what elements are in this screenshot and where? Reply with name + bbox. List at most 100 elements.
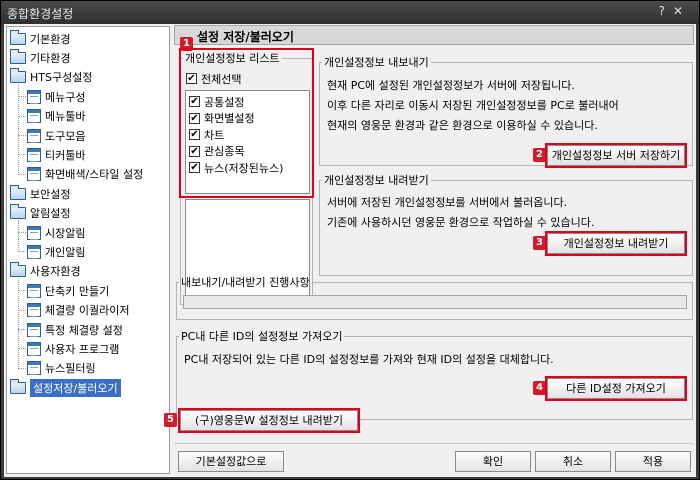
tree-item-label: 알림설정 [30, 207, 71, 221]
doc-icon [27, 147, 41, 162]
tree-item[interactable]: 메뉴구성 [18, 87, 85, 106]
doc-icon [27, 225, 41, 240]
tree-item[interactable]: 티커툴바 [18, 145, 85, 164]
export-desc-2: 이후 다른 자리로 이동시 저장된 개인설정정보를 PC로 불러내어 [327, 99, 619, 112]
checkbox-checked-icon: ✔ [189, 145, 200, 157]
select-all-checkbox[interactable]: ✔ 전체선택 [186, 71, 241, 86]
tree-connector [18, 251, 26, 253]
tree-item-label: 단축키 만들기 [45, 284, 110, 298]
tree-item[interactable]: 도구모음 [18, 126, 85, 145]
badge-3: 3 [533, 236, 546, 250]
export-to-server-button[interactable]: 개인설정정보 서버 저장하기 [545, 143, 687, 168]
tree-item[interactable]: 체결량 이퀄라이저 [18, 301, 130, 320]
tree-connector [18, 219, 19, 253]
settings-list-item-label: 화면별설정 [204, 112, 255, 125]
tree-item-label: 기본환경 [30, 32, 71, 46]
import-from-server-button[interactable]: 개인설정정보 내려받기 [545, 231, 687, 256]
tree-connector [18, 154, 26, 156]
tree-item[interactable]: 단축키 만들기 [18, 281, 110, 300]
window-title: 종합환경설정 [7, 7, 74, 21]
import-desc-2: 기존에 사용하시던 영웅문 환경으로 작업하실 수 있습니다. [327, 216, 595, 229]
tree-item[interactable]: 화면배색/스타일 설정 [18, 165, 144, 184]
tree-connector [18, 115, 26, 117]
page-title: 설정 저장/불러오기 [174, 25, 694, 45]
tree-item[interactable]: 특정 체결량 설정 [18, 320, 123, 339]
settings-list-checkbox[interactable]: ✔ 관심종목 [189, 144, 244, 159]
cancel-button[interactable]: 취소 [535, 451, 611, 472]
title-bar: 종합환경설정 ?✕ [1, 1, 699, 24]
checkbox-checked-icon: ✔ [189, 162, 200, 173]
settings-list-checkbox[interactable]: ✔ 화면별설정 [189, 111, 255, 126]
folder-icon [10, 68, 26, 84]
folder-icon [10, 29, 26, 45]
doc-icon [27, 322, 41, 337]
footer-divider [174, 443, 694, 444]
tree-item-label: 기타환경 [30, 51, 71, 65]
folder-icon [10, 48, 26, 64]
checkbox-checked-icon: ✔ [189, 129, 200, 140]
tree-item[interactable]: 보안설정 [10, 184, 70, 203]
tree-item[interactable]: 사용자환경 [10, 262, 81, 281]
tree-item-label: 뉴스필터링 [45, 362, 96, 376]
tree-item[interactable]: 설정저장/불러오기 [10, 378, 121, 397]
other-id-desc: PC내 저장되어 있는 다른 ID의 설정정보를 가져와 현재 ID의 설정을 … [184, 353, 554, 366]
export-desc-3: 현재의 영웅문 환경과 같은 환경으로 이용하실 수 있습니다. [327, 119, 598, 132]
settings-list-checkbox[interactable]: ✔ 차트 [189, 127, 224, 142]
title-buttons: ?✕ [659, 4, 691, 18]
ok-button[interactable]: 확인 [455, 451, 531, 472]
settings-tree[interactable]: 기본환경기타환경 HTS구성설정메뉴구성 메뉴툴바 도구모음 티커툴바화면배색/스타일 … [6, 26, 170, 474]
import-other-id-button[interactable]: 다른 ID설정 가져오기 [545, 376, 687, 401]
tree-item[interactable]: 기타환경 [10, 48, 70, 67]
folder-icon [10, 204, 26, 220]
settings-window: 종합환경설정 ?✕ 기본환경기타환경 HTS구성설정메뉴구성 메뉴툴바 도구모음 티커툴… [0, 0, 700, 480]
tree-item[interactable]: HTS구성설정 [10, 68, 92, 87]
tree-item[interactable]: 뉴스필터링 [18, 359, 96, 378]
tree-connector [18, 232, 26, 233]
folder-icon [10, 184, 26, 200]
restore-defaults-button[interactable]: 기본설정값으로 [178, 451, 284, 472]
checkbox-checked-icon: ✔ [189, 96, 200, 107]
tree-item-label: HTS구성설정 [30, 71, 93, 85]
checkbox-checked-icon: ✔ [189, 112, 200, 124]
help-button[interactable]: ? [659, 4, 673, 18]
settings-list-item-label: 공통설정 [204, 95, 245, 109]
close-button[interactable]: ✕ [673, 4, 691, 18]
doc-icon [27, 341, 41, 356]
doc-icon [27, 89, 41, 104]
checkbox-checked-icon: ✔ [186, 73, 197, 84]
tree-item[interactable]: 메뉴툴바 [18, 107, 85, 126]
doc-icon [27, 167, 41, 182]
other-id-group: PC내 다른 ID의 설정정보 가져오기 [176, 328, 693, 420]
tree-connector [18, 173, 26, 175]
tree-item[interactable]: 사용자 프로그램 [18, 339, 120, 358]
badge-2: 2 [533, 148, 546, 162]
tree-connector [18, 277, 19, 369]
doc-icon [27, 109, 41, 124]
progress-bar [183, 295, 687, 309]
tree-item-label: 특정 체결량 설정 [45, 323, 123, 337]
settings-list-checkbox[interactable]: ✔ 뉴스(저장된뉴스) [189, 160, 283, 175]
tree-item[interactable]: 기본환경 [10, 29, 70, 48]
tree-connector [18, 83, 19, 175]
progress-legend: 내보내기/내려받기 진행사항 [181, 276, 310, 289]
tree-connector [18, 367, 26, 369]
tree-connector [18, 329, 26, 330]
legacy-download-button[interactable]: (구)영웅문W 설정정보 내려받기 [178, 408, 360, 433]
tree-item[interactable]: 개인알림 [18, 242, 85, 261]
apply-button[interactable]: 적용 [615, 451, 691, 472]
settings-list-checkbox[interactable]: ✔ 공통설정 [189, 94, 244, 109]
tree-item[interactable]: 알림설정 [10, 204, 70, 223]
settings-list-item-label: 관심종목 [204, 145, 245, 158]
tree-item[interactable]: 시장알림 [18, 223, 86, 242]
tree-item-label: 설정저장/불러오기 [30, 378, 121, 397]
tree-connector [18, 96, 26, 98]
doc-icon [27, 361, 41, 376]
tree-item-label: 시장알림 [45, 226, 86, 240]
tree-item-label: 사용자 프로그램 [45, 342, 120, 356]
tree-item-label: 체결량 이퀄라이저 [45, 304, 130, 318]
tree-item-label: 화면배색/스타일 설정 [45, 168, 144, 182]
folder-icon [10, 378, 26, 394]
doc-icon [27, 244, 41, 259]
select-all-label: 전체선택 [201, 72, 242, 86]
other-id-legend: PC내 다른 ID의 설정정보 가져오기 [181, 330, 343, 343]
